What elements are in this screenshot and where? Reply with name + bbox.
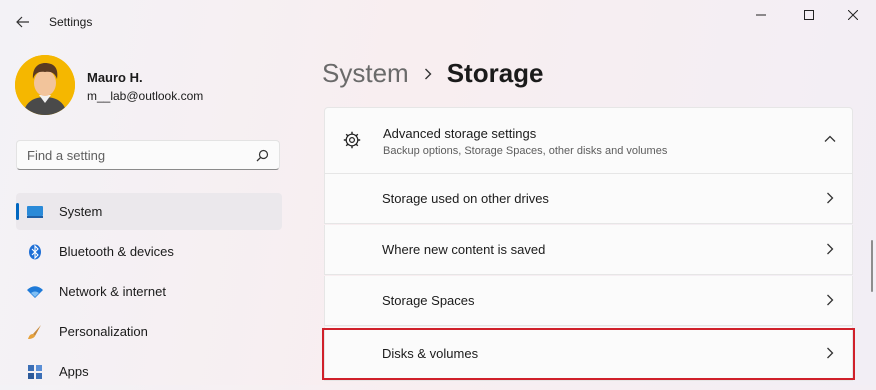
maximize-button[interactable] — [786, 0, 832, 30]
avatar[interactable] — [15, 55, 75, 115]
chevron-right-icon — [424, 68, 432, 80]
bluetooth-icon — [26, 243, 44, 261]
sidebar-item-label: Bluetooth & devices — [59, 244, 174, 259]
gear-icon — [343, 131, 361, 149]
user-email: m__lab@outlook.com — [87, 89, 204, 103]
user-portrait-icon — [15, 55, 75, 115]
minimize-icon — [756, 14, 766, 16]
search-input[interactable]: Find a setting — [27, 148, 105, 163]
sidebar-item-network[interactable]: Network & internet — [16, 273, 282, 310]
row-label: Storage Spaces — [382, 293, 475, 308]
app-title: Settings — [49, 15, 93, 29]
sidebar-item-personalization[interactable]: Personalization — [16, 313, 282, 350]
advanced-storage-title: Advanced storage settings — [383, 126, 537, 141]
sidebar-item-apps[interactable]: Apps — [16, 353, 282, 390]
chevron-right-icon — [827, 243, 834, 255]
sidebar-item-label: System — [59, 204, 103, 219]
where-new-content-is-saved-row[interactable]: Where new content is saved — [324, 225, 853, 275]
system-icon — [26, 203, 44, 221]
scrollbar-thumb[interactable] — [871, 240, 873, 292]
maximize-icon — [804, 10, 814, 20]
sidebar-item-bluetooth[interactable]: Bluetooth & devices — [16, 233, 282, 270]
storage-used-on-other-drives-row[interactable]: Storage used on other drives — [324, 174, 853, 224]
breadcrumb-parent[interactable]: System — [322, 58, 409, 89]
minimize-button[interactable] — [738, 0, 784, 30]
storage-spaces-row[interactable]: Storage Spaces — [324, 276, 853, 326]
close-button[interactable] — [830, 0, 876, 30]
advanced-storage-settings-header[interactable]: Advanced storage settings Backup options… — [324, 107, 853, 174]
sidebar-item-label: Network & internet — [59, 284, 166, 299]
title-bar: Settings — [0, 0, 876, 44]
back-button[interactable] — [8, 8, 38, 36]
wifi-icon — [26, 283, 44, 301]
advanced-storage-subtitle: Backup options, Storage Spaces, other di… — [383, 145, 668, 157]
chevron-right-icon — [827, 294, 834, 306]
user-name: Mauro H. — [87, 70, 143, 85]
close-icon — [848, 10, 858, 20]
apps-icon — [26, 363, 44, 381]
search-box[interactable]: Find a setting — [16, 140, 280, 170]
sidebar-item-label: Personalization — [59, 324, 148, 339]
search-icon[interactable] — [256, 149, 269, 162]
breadcrumb: System Storage — [322, 58, 544, 89]
chevron-up-icon — [824, 135, 836, 142]
active-indicator — [16, 203, 19, 220]
chevron-right-icon — [827, 192, 834, 204]
brush-icon — [26, 323, 44, 341]
row-label: Storage used on other drives — [382, 191, 549, 206]
row-label: Where new content is saved — [382, 242, 546, 257]
back-arrow-icon — [16, 16, 29, 28]
sidebar-item-system[interactable]: System — [16, 193, 282, 230]
page-title: Storage — [446, 58, 544, 88]
highlight-box — [322, 328, 855, 380]
sidebar-item-label: Apps — [59, 364, 89, 379]
